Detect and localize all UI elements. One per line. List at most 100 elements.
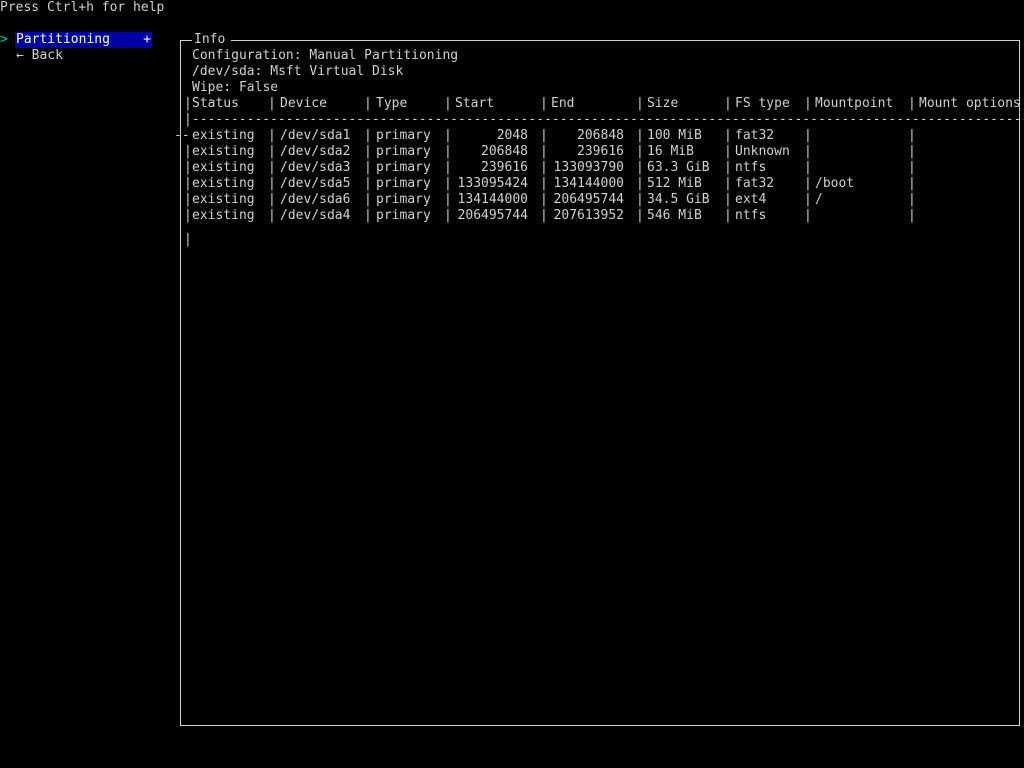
menu-item-partitioning[interactable]: > Partitioning + [0, 32, 152, 48]
table-cell-type: primary [376, 208, 431, 223]
column-separator: | [268, 128, 276, 143]
column-separator: | [724, 144, 732, 159]
table-cell-status: existing [192, 160, 255, 175]
menu-item-highlight[interactable]: Partitioning + [15, 32, 152, 48]
table-cell-type: primary [376, 192, 431, 207]
table-cell-start: 2048 [496, 128, 528, 143]
column-separator: | [268, 192, 276, 207]
table-cell-device: /dev/sda6 [280, 192, 351, 207]
column-separator: | [444, 144, 452, 159]
table-cell-end: 133093790 [553, 160, 624, 175]
column-separator: | [540, 96, 548, 111]
table-cell-size: 546 MiB [647, 208, 702, 223]
table-cell-fs: Unknown [735, 144, 790, 159]
column-separator: | [540, 176, 548, 191]
table-cell-fs: ext4 [735, 192, 767, 207]
table-cell-status: existing [192, 208, 255, 223]
table-header-cell: FS type [735, 96, 790, 111]
column-separator: | [364, 144, 372, 159]
column-separator: | [724, 160, 732, 175]
column-separator: | [804, 128, 812, 143]
column-separator: | [364, 128, 372, 143]
table-cell-end: 134144000 [553, 176, 624, 191]
table-cell-status: existing [192, 144, 255, 159]
table-cell-start: 206848 [481, 144, 528, 159]
column-separator: | [444, 160, 452, 175]
table-cell-size: 512 MiB [647, 176, 702, 191]
table-header-cell: Mount options [919, 96, 1021, 111]
column-separator: | [908, 160, 916, 175]
column-separator: | [908, 208, 916, 223]
table-cell-device: /dev/sda5 [280, 176, 351, 191]
column-separator: | [540, 208, 548, 223]
column-separator: | [444, 96, 452, 111]
column-separator: | [724, 192, 732, 207]
column-separator: | [908, 192, 916, 207]
column-separator: | [364, 192, 372, 207]
column-separator: | [268, 176, 276, 191]
column-separator: | [364, 96, 372, 111]
table-cell-device: /dev/sda3 [280, 160, 351, 175]
table-cell-fs: fat32 [735, 128, 775, 143]
table-cell-size: 34.5 GiB [647, 192, 710, 207]
column-separator: | [540, 144, 548, 159]
column-separator: | [804, 208, 812, 223]
table-cell-end: 207613952 [553, 208, 624, 223]
table-cell-start: 206495744 [457, 208, 528, 223]
table-left-border: | [184, 208, 192, 223]
column-separator: | [364, 176, 372, 191]
table-header-cell: Device [280, 96, 327, 111]
info-panel-title: Info [192, 32, 232, 48]
menu-item-back[interactable]: ← Back [16, 48, 63, 64]
table-header-cell: Status [192, 96, 239, 111]
table-cell-device: /dev/sda2 [280, 144, 351, 159]
table-cell-fs: ntfs [735, 208, 767, 223]
column-separator: | [364, 208, 372, 223]
chevron-right-icon: > [0, 32, 8, 47]
table-left-border: | [184, 144, 192, 159]
column-separator: | [636, 160, 644, 175]
table-cell-end: 206848 [577, 128, 624, 143]
column-separator: | [540, 160, 548, 175]
table-header-separator: |---------------------------------------… [184, 112, 1024, 127]
table-cell-size: 100 MiB [647, 128, 702, 143]
column-separator: | [804, 176, 812, 191]
table-header-cell: Start [455, 96, 495, 111]
column-separator: | [636, 144, 644, 159]
table-header-cell: Size [647, 96, 679, 111]
column-separator: | [724, 176, 732, 191]
column-separator: | [636, 96, 644, 111]
column-separator: | [636, 128, 644, 143]
column-separator: | [804, 144, 812, 159]
column-separator: | [364, 160, 372, 175]
table-cell-start: 239616 [481, 160, 528, 175]
column-separator: | [268, 160, 276, 175]
table-left-border: | [184, 232, 192, 247]
configuration-line: Configuration: Manual Partitioning [192, 48, 459, 63]
table-cell-size: 63.3 GiB [647, 160, 710, 175]
column-separator: | [724, 208, 732, 223]
help-hint: Press Ctrl+h for help [0, 0, 165, 15]
column-separator: | [724, 96, 732, 111]
column-separator: | [636, 208, 644, 223]
table-header-cell: Mountpoint [815, 96, 894, 111]
column-separator: | [908, 128, 916, 143]
table-left-border: | [184, 96, 192, 111]
column-separator: | [444, 176, 452, 191]
table-cell-size: 16 MiB [647, 144, 694, 159]
table-cell-start: 134144000 [457, 192, 528, 207]
table-cell-end: 239616 [577, 144, 624, 159]
column-separator: | [908, 176, 916, 191]
table-left-border: | [184, 160, 192, 175]
column-separator: | [636, 176, 644, 191]
table-cell-type: primary [376, 176, 431, 191]
table-cell-fs: fat32 [735, 176, 775, 191]
table-cell-type: primary [376, 128, 431, 143]
column-separator: | [268, 96, 276, 111]
table-cell-mount: / [815, 192, 823, 207]
table-left-border: | [184, 192, 192, 207]
column-separator: | [444, 208, 452, 223]
column-separator: | [268, 208, 276, 223]
column-separator: | [908, 144, 916, 159]
column-separator: | [724, 128, 732, 143]
